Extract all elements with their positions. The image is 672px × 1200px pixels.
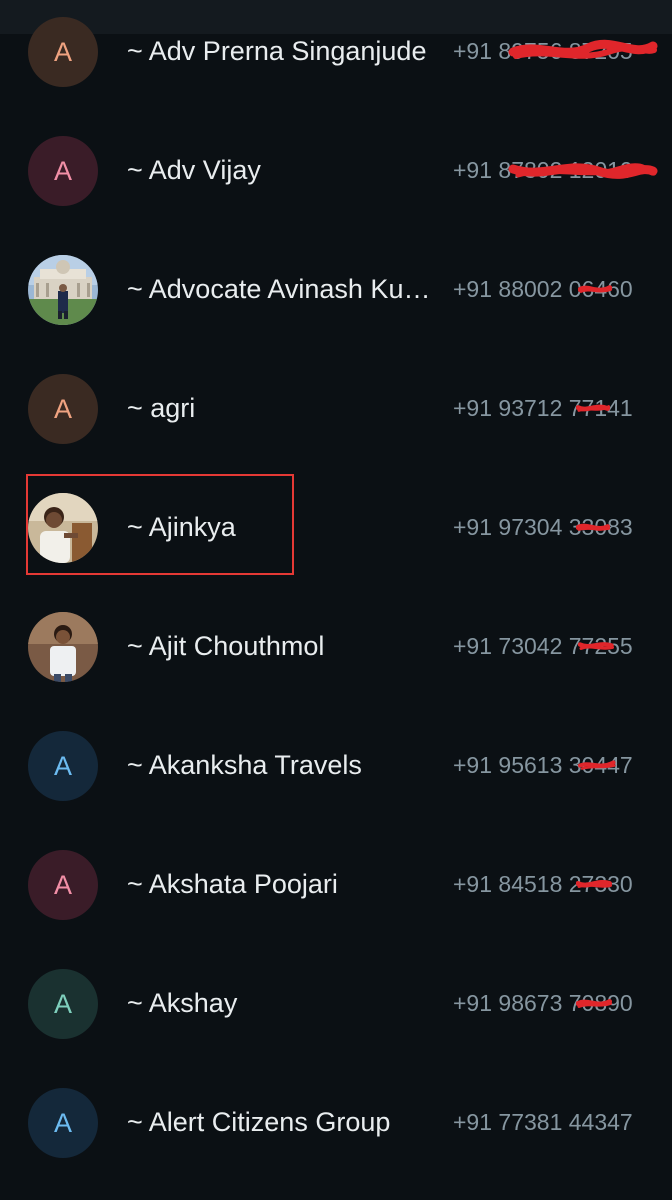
contact-name: ~ Akshay [127,988,238,1018]
avatar: A [28,731,98,801]
avatar-photo [28,255,98,325]
contact-row[interactable]: ~ Ajit Chouthmol +91 73042 77255 [0,587,672,706]
highlight-box [26,474,294,575]
contact-name: ~ Alert Citizens Group [127,1107,391,1137]
contact-row[interactable]: A ~ Alert Citizens Group +91 77381 44347 [0,1063,672,1182]
contact-name: ~ Akanksha Travels [127,750,362,780]
redaction-scribble [508,39,658,59]
redaction-scribble [576,880,613,888]
avatar: A [28,969,98,1039]
redaction-scribble [578,642,615,650]
contact-name: ~ Ajit Chouthmol [127,631,325,661]
contact-row[interactable]: ~ Advocate Avinash Kumar +91 88002 06460 [0,230,672,349]
avatar: A [28,374,98,444]
avatar: A [28,1088,98,1158]
contact-name: ~ Advocate Avinash Kumar [127,274,439,304]
contact-row[interactable]: A ~ agri +91 93712 77141 [0,349,672,468]
redaction-scribble [508,163,658,179]
avatar: A [28,136,98,206]
contact-row[interactable]: A ~ Akanksha Travels +91 95613 30447 [0,706,672,825]
redaction-scribble [576,523,611,531]
contact-name: ~ agri [127,393,196,423]
contact-row[interactable]: A ~ Akshata Poojari +91 84518 27330 [0,825,672,944]
redaction-scribble [576,999,613,1008]
avatar: A [28,850,98,920]
redaction-scribble [576,404,611,412]
avatar-photo [28,612,98,682]
redaction-scribble [578,760,616,770]
contact-row[interactable]: A ~ Adv Prerna Singanjude +91 89756 8720… [0,0,672,111]
contact-name: ~ Adv Vijay [127,155,261,185]
contact-name: ~ Akshata Poojari [127,869,338,899]
avatar: A [28,17,98,87]
contact-name: ~ Adv Prerna Singanjude [127,36,427,66]
redaction-scribble [578,285,613,293]
contact-row[interactable]: A ~ Adv Vijay +91 87802 12010 [0,111,672,230]
contact-row[interactable]: A ~ Akshay +91 98673 70890 [0,944,672,1063]
contact-phone: +91 77381 44347 [453,1109,633,1135]
contact-list: A ~ Adv Prerna Singanjude +91 89756 8720… [0,0,672,1200]
